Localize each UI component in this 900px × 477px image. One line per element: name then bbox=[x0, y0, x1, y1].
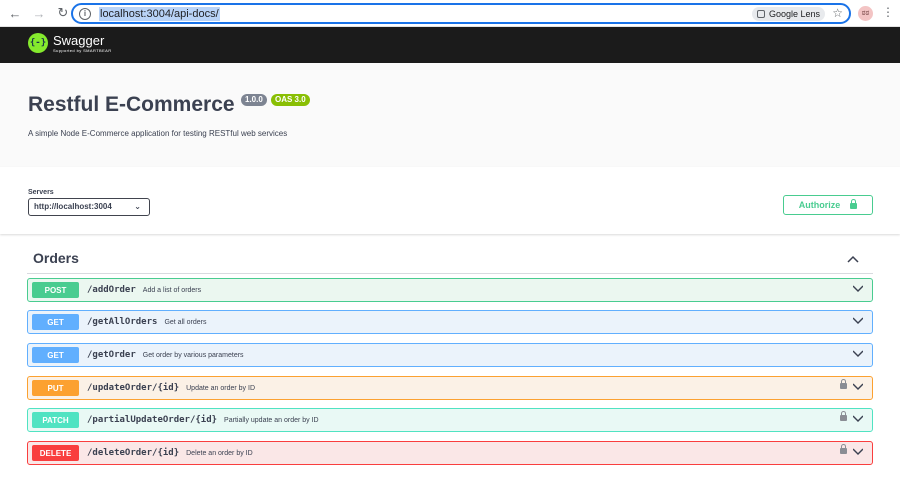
operation-path: /getOrder bbox=[87, 350, 136, 360]
chevron-down-icon[interactable] bbox=[853, 381, 863, 391]
operation-path: /addOrder bbox=[87, 285, 136, 295]
method-badge: DELETE bbox=[32, 445, 79, 461]
address-bar[interactable]: i localhost:3004/api-docs/ Google Lens ☆ bbox=[71, 3, 851, 24]
operation-get-all-orders[interactable]: GET /getAllOrders Get all orders bbox=[27, 310, 873, 334]
browser-menu-icon[interactable]: ⋮ bbox=[882, 5, 894, 19]
swagger-logo-sub: Supported by SMARTBEAR bbox=[53, 47, 112, 53]
servers-label: Servers bbox=[28, 189, 54, 196]
operation-update-order[interactable]: PUT /updateOrder/{id} Update an order by… bbox=[27, 376, 873, 400]
operation-path: /partialUpdateOrder/{id} bbox=[87, 415, 218, 425]
chevron-down-icon: ⌄ bbox=[134, 202, 141, 211]
operation-summary: Get all orders bbox=[164, 318, 207, 326]
operation-summary: Partially update an order by ID bbox=[224, 416, 319, 424]
chevron-down-icon[interactable] bbox=[853, 315, 863, 325]
swagger-logo-icon: {-} bbox=[28, 33, 48, 53]
swagger-topbar: {-} Swagger Supported by SMARTBEAR bbox=[0, 27, 900, 63]
operation-summary: Update an order by ID bbox=[186, 384, 255, 392]
operation-path: /updateOrder/{id} bbox=[87, 383, 180, 393]
forward-icon[interactable]: → bbox=[27, 1, 51, 25]
operation-path: /deleteOrder/{id} bbox=[87, 448, 180, 458]
method-badge: PATCH bbox=[32, 412, 79, 428]
swagger-logo[interactable]: {-} Swagger Supported by SMARTBEAR bbox=[28, 33, 112, 53]
method-badge: GET bbox=[32, 314, 79, 330]
authorize-label: Authorize bbox=[798, 200, 841, 210]
chevron-down-icon[interactable] bbox=[853, 413, 863, 423]
server-select[interactable]: http://localhost:3004 ⌄ bbox=[28, 198, 150, 216]
operation-summary: Add a list of orders bbox=[142, 286, 202, 294]
method-badge: POST bbox=[32, 282, 79, 298]
bookmark-star-icon[interactable]: ☆ bbox=[832, 6, 843, 20]
api-info: Restful E-Commerce 1.0.0 OAS 3.0 A simpl… bbox=[0, 63, 900, 167]
operation-delete-order[interactable]: DELETE /deleteOrder/{id} Delete an order… bbox=[27, 441, 873, 465]
method-badge: PUT bbox=[32, 380, 79, 396]
chevron-down-icon[interactable] bbox=[853, 283, 863, 293]
oas-badge: OAS 3.0 bbox=[271, 94, 310, 106]
lock-icon[interactable] bbox=[840, 411, 847, 421]
operation-add-order[interactable]: POST /addOrder Add a list of orders bbox=[27, 278, 873, 302]
chevron-up-icon[interactable] bbox=[847, 254, 859, 266]
servers-section: Servers http://localhost:3004 ⌄ Authoriz… bbox=[0, 167, 900, 234]
method-badge: GET bbox=[32, 347, 79, 363]
api-title: Restful E-Commerce bbox=[28, 93, 235, 116]
operation-get-order[interactable]: GET /getOrder Get order by various param… bbox=[27, 343, 873, 367]
version-badge: 1.0.0 bbox=[241, 94, 267, 106]
operation-partial-update-order[interactable]: PATCH /partialUpdateOrder/{id} Partially… bbox=[27, 408, 873, 432]
tag-header-orders[interactable]: Orders bbox=[27, 246, 873, 274]
url-text[interactable]: localhost:3004/api-docs/ bbox=[99, 6, 220, 21]
operation-summary: Get order by various parameters bbox=[142, 351, 244, 359]
operation-path: /getAllOrders bbox=[87, 317, 158, 327]
google-lens-button[interactable]: Google Lens bbox=[751, 7, 825, 21]
lock-icon[interactable] bbox=[840, 444, 847, 454]
google-lens-label: Google Lens bbox=[768, 9, 820, 19]
profile-avatar[interactable]: ಠಠ bbox=[858, 6, 873, 21]
lens-icon bbox=[756, 10, 765, 18]
operation-summary: Delete an order by ID bbox=[186, 449, 253, 457]
site-info-icon[interactable]: i bbox=[79, 7, 91, 20]
api-description: A simple Node E-Commerce application for… bbox=[28, 129, 288, 138]
lock-icon[interactable] bbox=[840, 379, 847, 389]
lock-icon bbox=[850, 199, 858, 209]
authorize-button[interactable]: Authorize bbox=[783, 195, 873, 215]
tag-title: Orders bbox=[33, 250, 79, 266]
back-icon[interactable]: ← bbox=[3, 1, 27, 25]
swagger-logo-name: Swagger bbox=[53, 32, 105, 48]
chevron-down-icon[interactable] bbox=[853, 446, 863, 456]
chevron-down-icon[interactable] bbox=[853, 348, 863, 358]
server-select-value: http://localhost:3004 bbox=[34, 202, 112, 211]
